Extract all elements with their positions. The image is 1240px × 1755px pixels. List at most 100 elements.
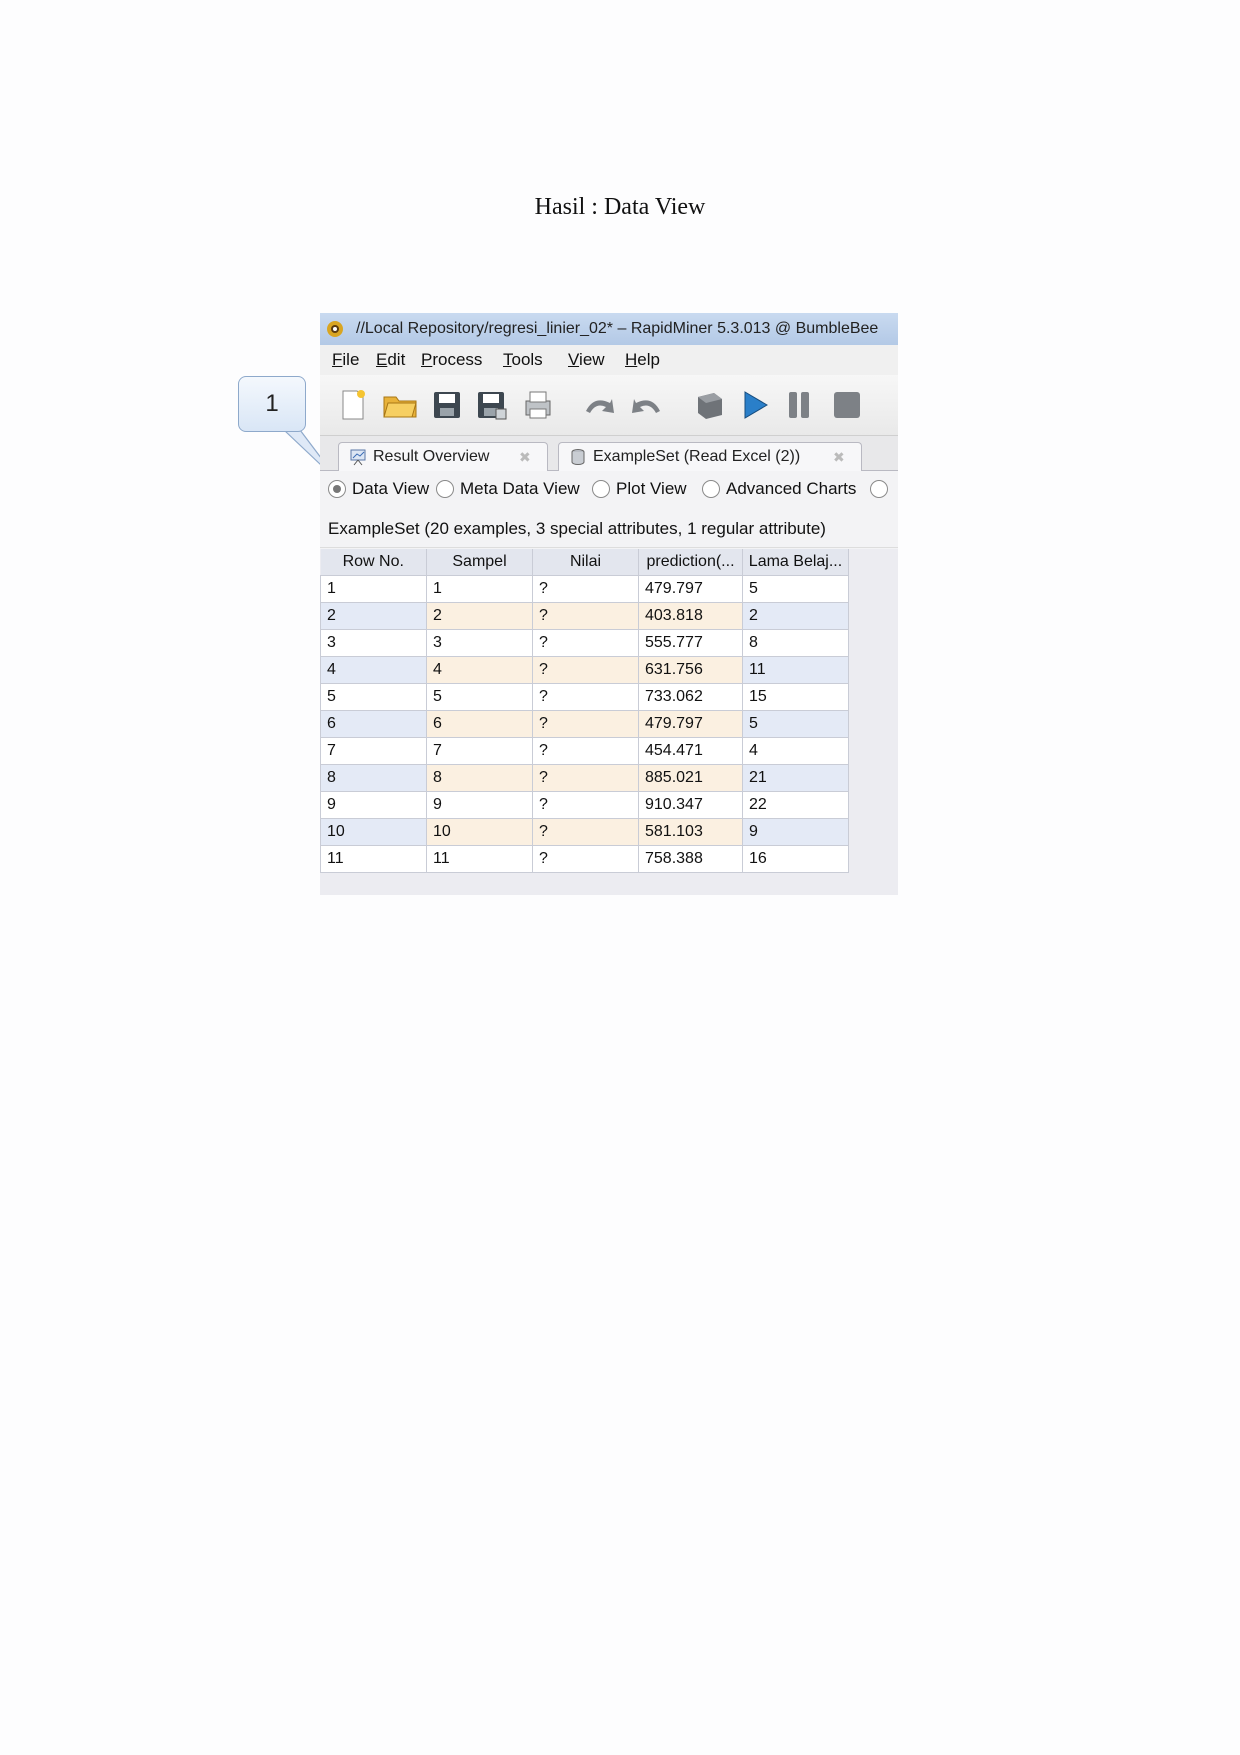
table-cell[interactable]: 2 bbox=[320, 602, 427, 630]
open-folder-icon[interactable] bbox=[382, 389, 418, 421]
table-cell[interactable]: ? bbox=[532, 764, 639, 792]
table-cell[interactable]: 2 bbox=[742, 602, 849, 630]
table-cell[interactable]: 11 bbox=[320, 845, 427, 873]
radio-button[interactable] bbox=[870, 480, 888, 498]
table-row[interactable]: 8 8 ? 885.021 21 bbox=[320, 764, 849, 792]
table-cell[interactable]: 3 bbox=[426, 629, 533, 657]
table-cell[interactable]: 631.756 bbox=[638, 656, 743, 684]
radio-button[interactable] bbox=[436, 480, 454, 498]
radio-button[interactable] bbox=[592, 480, 610, 498]
column-header-row-no[interactable]: Row No. bbox=[320, 549, 427, 576]
table-row[interactable]: 5 5 ? 733.062 15 bbox=[320, 683, 849, 711]
table-cell[interactable]: 22 bbox=[742, 791, 849, 819]
table-cell[interactable]: 885.021 bbox=[638, 764, 743, 792]
table-cell[interactable]: 5 bbox=[320, 683, 427, 711]
table-cell[interactable]: 16 bbox=[742, 845, 849, 873]
table-cell[interactable]: 10 bbox=[320, 818, 427, 846]
table-cell[interactable]: 3 bbox=[320, 629, 427, 657]
table-cell[interactable]: 6 bbox=[320, 710, 427, 738]
stop-icon[interactable] bbox=[832, 389, 862, 421]
table-row[interactable]: 6 6 ? 479.797 5 bbox=[320, 710, 849, 738]
pause-icon[interactable] bbox=[784, 389, 814, 421]
menu-file[interactable]: File bbox=[332, 345, 359, 375]
exampleset-summary: ExampleSet (20 examples, 3 special attri… bbox=[320, 511, 898, 548]
table-cell[interactable]: 581.103 bbox=[638, 818, 743, 846]
menu-tools[interactable]: Tools bbox=[503, 345, 543, 375]
table-cell[interactable]: 910.347 bbox=[638, 791, 743, 819]
column-header-nilai[interactable]: Nilai bbox=[532, 549, 639, 576]
table-cell[interactable]: 4 bbox=[320, 656, 427, 684]
table-row[interactable]: 9 9 ? 910.347 22 bbox=[320, 791, 849, 819]
validate-icon[interactable] bbox=[692, 389, 726, 421]
table-row[interactable]: 3 3 ? 555.777 8 bbox=[320, 629, 849, 657]
close-icon[interactable]: ✖ bbox=[519, 443, 531, 471]
table-cell[interactable]: ? bbox=[532, 602, 639, 630]
table-cell[interactable]: ? bbox=[532, 656, 639, 684]
table-cell[interactable]: ? bbox=[532, 629, 639, 657]
table-cell[interactable]: 6 bbox=[426, 710, 533, 738]
run-icon[interactable] bbox=[740, 389, 770, 421]
tab-exampleset[interactable]: ExampleSet (Read Excel (2)) ✖ bbox=[558, 442, 862, 471]
table-cell[interactable]: 5 bbox=[742, 710, 849, 738]
radio-button[interactable] bbox=[702, 480, 720, 498]
menu-view[interactable]: View bbox=[568, 345, 605, 375]
table-cell[interactable]: 10 bbox=[426, 818, 533, 846]
table-cell[interactable]: ? bbox=[532, 845, 639, 873]
redo-icon[interactable] bbox=[630, 389, 664, 421]
table-cell[interactable]: ? bbox=[532, 575, 639, 603]
print-icon[interactable] bbox=[520, 389, 554, 421]
save-icon[interactable] bbox=[432, 389, 462, 421]
table-cell[interactable]: 5 bbox=[426, 683, 533, 711]
table-row[interactable]: 2 2 ? 403.818 2 bbox=[320, 602, 849, 630]
table-cell[interactable]: 758.388 bbox=[638, 845, 743, 873]
table-cell[interactable]: 11 bbox=[426, 845, 533, 873]
table-cell[interactable]: 7 bbox=[320, 737, 427, 765]
table-cell[interactable]: 7 bbox=[426, 737, 533, 765]
table-cell[interactable]: 11 bbox=[742, 656, 849, 684]
table-cell[interactable]: 8 bbox=[742, 629, 849, 657]
table-cell[interactable]: 9 bbox=[742, 818, 849, 846]
menu-process[interactable]: Process bbox=[421, 345, 482, 375]
undo-icon[interactable] bbox=[582, 389, 616, 421]
table-cell[interactable]: 5 bbox=[742, 575, 849, 603]
save-as-icon[interactable] bbox=[476, 389, 508, 421]
table-cell[interactable]: 733.062 bbox=[638, 683, 743, 711]
table-cell[interactable]: 9 bbox=[426, 791, 533, 819]
table-cell[interactable]: ? bbox=[532, 683, 639, 711]
tab-result-overview[interactable]: Result Overview ✖ bbox=[338, 442, 548, 471]
table-cell[interactable]: ? bbox=[532, 818, 639, 846]
table-row[interactable]: 4 4 ? 631.756 11 bbox=[320, 656, 849, 684]
table-cell[interactable]: 9 bbox=[320, 791, 427, 819]
table-cell[interactable]: 15 bbox=[742, 683, 849, 711]
column-header-lama-belajar[interactable]: Lama Belaj... bbox=[742, 549, 849, 576]
menu-edit[interactable]: Edit bbox=[376, 345, 405, 375]
table-cell[interactable]: 2 bbox=[426, 602, 533, 630]
new-process-icon[interactable] bbox=[338, 389, 368, 421]
table-cell[interactable]: 479.797 bbox=[638, 710, 743, 738]
tab-label-exampleset: ExampleSet (Read Excel (2)) bbox=[593, 448, 801, 465]
table-row[interactable]: 1 1 ? 479.797 5 bbox=[320, 575, 849, 603]
table-row[interactable]: 7 7 ? 454.471 4 bbox=[320, 737, 849, 765]
menu-bar: File Edit Process Tools View Help bbox=[320, 345, 898, 375]
table-row[interactable]: 10 10 ? 581.103 9 bbox=[320, 818, 849, 846]
table-cell[interactable]: ? bbox=[532, 791, 639, 819]
table-cell[interactable]: 403.818 bbox=[638, 602, 743, 630]
radio-button-selected[interactable] bbox=[328, 480, 346, 498]
table-cell[interactable]: 1 bbox=[426, 575, 533, 603]
table-cell[interactable]: ? bbox=[532, 710, 639, 738]
table-cell[interactable]: 454.471 bbox=[638, 737, 743, 765]
table-cell[interactable]: 555.777 bbox=[638, 629, 743, 657]
menu-help[interactable]: Help bbox=[625, 345, 660, 375]
column-header-sampel[interactable]: Sampel bbox=[426, 549, 533, 576]
table-cell[interactable]: 8 bbox=[426, 764, 533, 792]
table-cell[interactable]: 479.797 bbox=[638, 575, 743, 603]
table-cell[interactable]: 4 bbox=[426, 656, 533, 684]
table-row[interactable]: 11 11 ? 758.388 16 bbox=[320, 845, 849, 873]
table-cell[interactable]: 21 bbox=[742, 764, 849, 792]
table-cell[interactable]: 4 bbox=[742, 737, 849, 765]
close-icon[interactable]: ✖ bbox=[833, 443, 845, 471]
table-cell[interactable]: 8 bbox=[320, 764, 427, 792]
column-header-prediction[interactable]: prediction(... bbox=[638, 549, 743, 576]
table-cell[interactable]: ? bbox=[532, 737, 639, 765]
table-cell[interactable]: 1 bbox=[320, 575, 427, 603]
